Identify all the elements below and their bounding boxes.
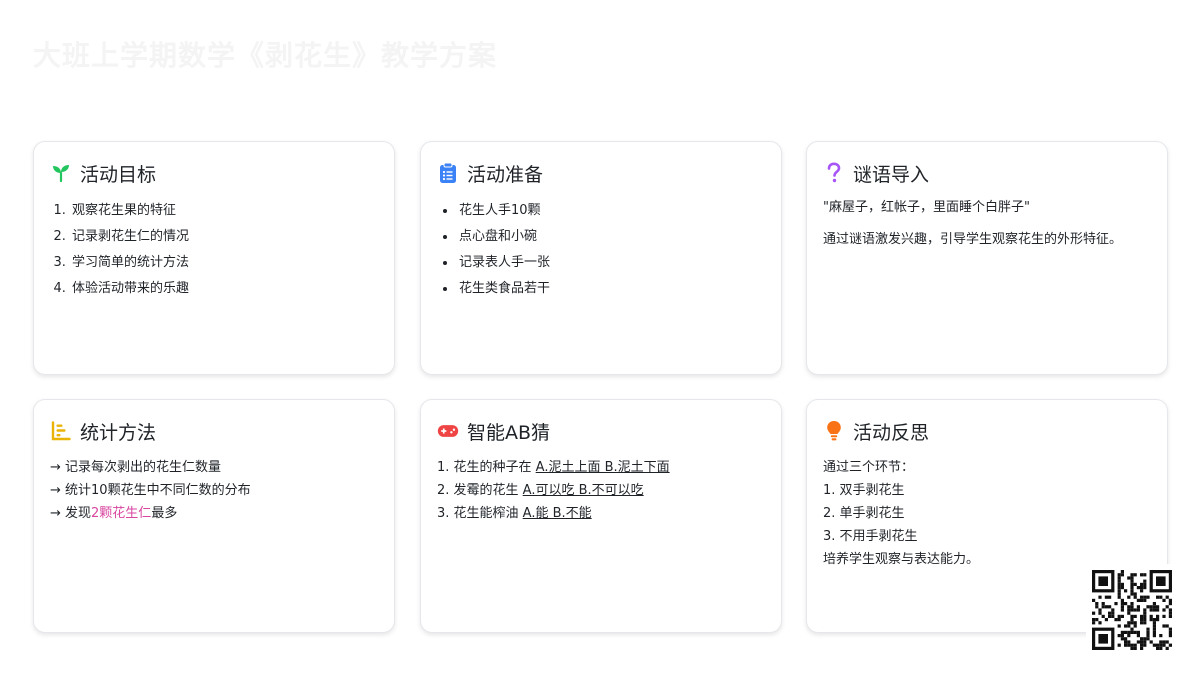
list-item: 学习简单的统计方法	[70, 250, 378, 276]
card-title: 活动反思	[853, 421, 930, 444]
highlight-text: 2颗花生仁	[91, 506, 152, 521]
question-1: 1. 花生的种子在 A.泥土上面 B.泥土下面	[437, 456, 765, 479]
riddle-description: 通过谜语激发兴趣，引导学生观察花生的外形特征。	[823, 232, 1123, 247]
lightbulb-icon	[823, 420, 845, 442]
list-item: 体验活动带来的乐趣	[70, 276, 378, 302]
card-title: 谜语导入	[853, 163, 930, 186]
list-item: 观察花生果的特征	[70, 198, 378, 224]
question-text: 1. 花生的种子在	[437, 460, 536, 475]
game-questions: 1. 花生的种子在 A.泥土上面 B.泥土下面 2. 发霉的花生 A.可以吃 B…	[437, 456, 765, 525]
question-text: 2. 发霉的花生	[437, 483, 523, 498]
card-header: 智能AB猜	[437, 418, 765, 444]
gamepad-icon	[437, 420, 459, 442]
riddle-quote: "麻屋子，红帐子，里面睡个白胖子"	[823, 200, 1030, 215]
qr-code-icon[interactable]	[1086, 564, 1178, 656]
reflection-line: 1. 双手剥花生	[823, 483, 905, 498]
list-item: 花生人手10颗	[457, 198, 765, 224]
answer-options[interactable]: A.泥土上面 B.泥土下面	[536, 460, 670, 475]
goals-list: 观察花生果的特征 记录剥花生仁的情况 学习简单的统计方法 体验活动带来的乐趣	[50, 198, 378, 302]
stats-lines: → 记录每次剥出的花生仁数量 → 统计10颗花生中不同仁数的分布 → 发现2颗花…	[50, 456, 378, 525]
bar-chart-icon	[50, 420, 72, 442]
card-header: 活动反思	[823, 418, 1151, 444]
question-text: 3. 花生能榨油	[437, 506, 523, 521]
list-item: 点心盘和小碗	[457, 224, 765, 250]
clipboard-icon	[437, 162, 459, 184]
card-goals: 活动目标 观察花生果的特征 记录剥花生仁的情况 学习简单的统计方法 体验活动带来…	[33, 141, 395, 375]
card-title: 智能AB猜	[467, 421, 551, 444]
card-header: 活动目标	[50, 160, 378, 186]
card-game: 智能AB猜 1. 花生的种子在 A.泥土上面 B.泥土下面 2. 发霉的花生 A…	[420, 399, 782, 633]
stats-line-suffix: 最多	[151, 506, 178, 521]
reflection-line: 通过三个环节：	[823, 460, 915, 475]
stats-line-prefix: → 发现	[50, 506, 92, 521]
reflection-line: 3. 不用手剥花生	[823, 529, 918, 544]
card-prep: 活动准备 花生人手10颗 点心盘和小碗 记录表人手一张 花生类食品若干	[420, 141, 782, 375]
answer-options[interactable]: A.能 B.不能	[523, 506, 592, 521]
question-3: 3. 花生能榨油 A.能 B.不能	[437, 502, 765, 525]
prep-list: 花生人手10颗 点心盘和小碗 记录表人手一张 花生类食品若干	[437, 198, 765, 302]
reflection-line: 2. 单手剥花生	[823, 506, 905, 521]
card-stats: 统计方法 → 记录每次剥出的花生仁数量 → 统计10颗花生中不同仁数的分布 → …	[33, 399, 395, 633]
card-title: 活动准备	[467, 163, 544, 186]
sprout-icon	[50, 162, 72, 184]
stats-line: → 记录每次剥出的花生仁数量	[50, 460, 222, 475]
answer-options[interactable]: A.可以吃 B.不可以吃	[523, 483, 644, 498]
list-item: 记录剥花生仁的情况	[70, 224, 378, 250]
reflection-lines: 通过三个环节： 1. 双手剥花生 2. 单手剥花生 3. 不用手剥花生 培养学生…	[823, 456, 1151, 571]
card-header: 谜语导入	[823, 160, 1151, 186]
question-icon	[823, 162, 845, 184]
card-header: 统计方法	[50, 418, 378, 444]
page-title: 大班上学期数学《剥花生》教学方案	[33, 39, 498, 72]
card-title: 活动目标	[80, 163, 157, 186]
stats-line: → 统计10颗花生中不同仁数的分布	[50, 483, 251, 498]
card-riddle: 谜语导入 "麻屋子，红帐子，里面睡个白胖子" 通过谜语激发兴趣，引导学生观察花生…	[806, 141, 1168, 375]
stats-line: → 发现2颗花生仁最多	[50, 502, 378, 525]
card-header: 活动准备	[437, 160, 765, 186]
list-item: 记录表人手一张	[457, 250, 765, 276]
question-2: 2. 发霉的花生 A.可以吃 B.不可以吃	[437, 479, 765, 502]
card-title: 统计方法	[80, 421, 157, 444]
list-item: 花生类食品若干	[457, 276, 765, 302]
